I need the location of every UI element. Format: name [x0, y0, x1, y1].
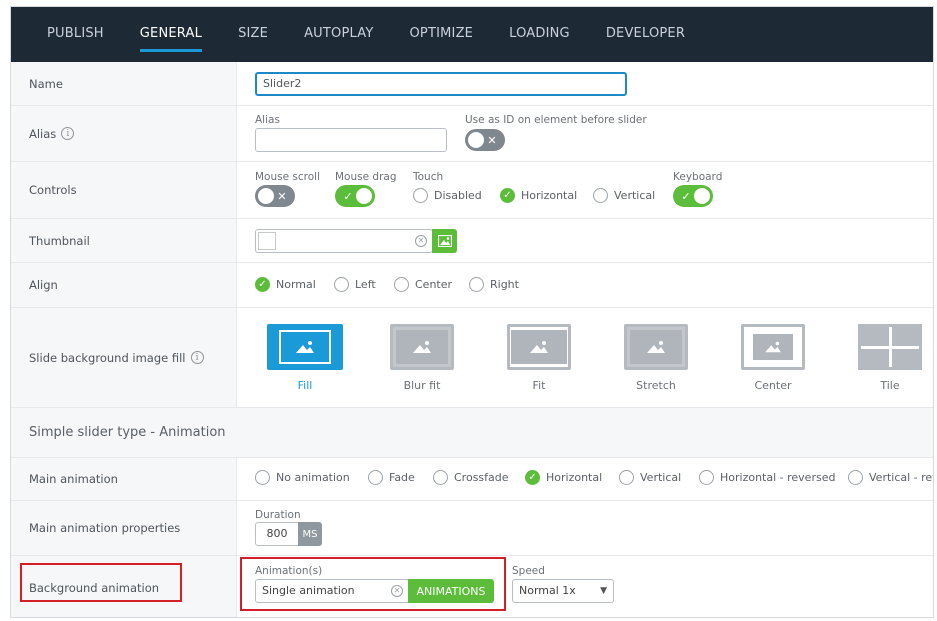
row-alias: Alias i Alias Use as ID on element befor…	[11, 106, 933, 162]
check-icon: ✓	[255, 277, 270, 292]
row-controls: Controls Mouse scroll ✕ Mouse drag ✓ Tou…	[11, 162, 933, 219]
anim-radio-horizontal[interactable]: ✓ Horizontal	[525, 470, 602, 485]
section-title: Simple slider type - Animation	[11, 408, 933, 458]
slider-settings-panel: PUBLISH GENERAL SIZE AUTOPLAY OPTIMIZE L…	[10, 6, 934, 618]
image-picker-button[interactable]	[432, 229, 457, 253]
row-align: Align ✓ Normal Left Center Right	[11, 263, 933, 308]
touch-label: Touch	[413, 171, 444, 183]
clear-icon[interactable]: ✕	[391, 585, 403, 597]
fill-option-tile[interactable]: Tile	[850, 324, 930, 392]
tab-developer[interactable]: DEVELOPER	[606, 7, 685, 62]
keyboard-toggle[interactable]: ✓	[673, 185, 713, 207]
alias-label: Alias	[29, 126, 57, 141]
fill-option-fill[interactable]: Fill	[265, 324, 345, 392]
close-icon: ✕	[487, 133, 497, 147]
tile-icon	[858, 324, 922, 370]
mouse-drag-toggle[interactable]: ✓	[335, 185, 375, 207]
row-bg-fill: Slide background image fill i Fill Blur …	[11, 308, 933, 408]
name-input[interactable]: Slider2	[255, 72, 627, 96]
tab-autoplay[interactable]: AUTOPLAY	[304, 7, 373, 62]
fill-option-blur-fit[interactable]: Blur fit	[382, 324, 462, 392]
settings-tab-bar: PUBLISH GENERAL SIZE AUTOPLAY OPTIMIZE L…	[11, 7, 933, 62]
anim-radio-vertical[interactable]: Vertical	[619, 470, 681, 485]
touch-radio-horizontal[interactable]: ✓ Horizontal	[500, 188, 577, 203]
duration-input[interactable]: 800	[255, 522, 299, 546]
row-main-animation: Main animation No animation Fade Crossfa…	[11, 458, 933, 501]
mouse-scroll-toggle[interactable]: ✕	[255, 185, 295, 207]
alias-field-label: Alias	[255, 114, 280, 126]
tab-general[interactable]: GENERAL	[139, 7, 203, 62]
anim-radio-none[interactable]: No animation	[255, 470, 350, 485]
align-radio-right[interactable]: Right	[469, 277, 519, 292]
use-id-label: Use as ID on element before slider	[465, 114, 647, 126]
align-radio-left[interactable]: Left	[334, 277, 376, 292]
image-icon	[530, 341, 548, 353]
mouse-drag-label: Mouse drag	[335, 171, 397, 183]
row-bg-animation: Background animation Animation(s) Single…	[11, 556, 933, 617]
speed-select[interactable]: Normal 1x ▼	[512, 579, 614, 603]
anim-radio-horizontal-reversed[interactable]: Horizontal - reversed	[699, 470, 835, 485]
animations-input[interactable]: Single animation ✕	[255, 579, 409, 603]
row-name: Name Slider2	[11, 62, 933, 106]
animations-label: Animation(s)	[255, 565, 323, 577]
image-icon	[647, 341, 665, 353]
check-icon: ✓	[343, 189, 353, 203]
main-animation-label: Main animation	[11, 458, 237, 500]
fill-option-stretch[interactable]: Stretch	[616, 324, 696, 392]
animations-button[interactable]: ANIMATIONS	[408, 579, 494, 603]
mouse-scroll-label: Mouse scroll	[255, 171, 320, 183]
thumbnail-preview	[258, 232, 276, 250]
close-icon: ✕	[277, 189, 287, 203]
image-icon	[765, 341, 781, 353]
bg-animation-label: Background animation	[11, 556, 237, 617]
image-icon	[437, 235, 452, 247]
touch-radio-vertical[interactable]: Vertical	[593, 188, 655, 203]
speed-label: Speed	[512, 565, 545, 577]
tab-loading[interactable]: LOADING	[509, 7, 570, 62]
image-icon	[413, 341, 431, 353]
touch-radio-disabled[interactable]: Disabled	[413, 188, 482, 203]
alias-input[interactable]	[255, 128, 447, 152]
row-thumbnail: Thumbnail ✕	[11, 219, 933, 263]
info-icon[interactable]: i	[61, 127, 75, 140]
fill-option-fit[interactable]: Fit	[499, 324, 579, 392]
thumbnail-label: Thumbnail	[11, 219, 237, 262]
chevron-down-icon: ▼	[600, 586, 607, 596]
name-label: Name	[11, 62, 237, 105]
keyboard-label: Keyboard	[673, 171, 723, 183]
check-icon: ✓	[525, 470, 540, 485]
row-main-props: Main animation properties Duration 800 M…	[11, 501, 933, 556]
use-id-toggle[interactable]: ✕	[465, 129, 505, 151]
clear-icon[interactable]: ✕	[415, 235, 427, 247]
anim-radio-crossfade[interactable]: Crossfade	[433, 470, 509, 485]
anim-radio-vertical-reversed[interactable]: Vertical - rev	[848, 470, 933, 485]
thumbnail-input[interactable]: ✕	[255, 229, 433, 253]
duration-unit: MS	[298, 522, 322, 546]
tab-size[interactable]: SIZE	[238, 7, 268, 62]
fill-option-center[interactable]: Center	[733, 324, 813, 392]
info-icon[interactable]: i	[190, 351, 204, 364]
align-label: Align	[11, 263, 237, 307]
anim-radio-fade[interactable]: Fade	[368, 470, 415, 485]
check-icon: ✓	[500, 188, 515, 203]
controls-label: Controls	[11, 162, 237, 218]
tab-optimize[interactable]: OPTIMIZE	[409, 7, 473, 62]
main-props-label: Main animation properties	[11, 501, 237, 555]
check-icon: ✓	[681, 189, 691, 203]
animations-value: Single animation	[262, 584, 355, 597]
tab-publish[interactable]: PUBLISH	[47, 7, 104, 62]
align-radio-normal[interactable]: ✓ Normal	[255, 277, 316, 292]
bg-fill-label: Slide background image fill	[29, 350, 186, 365]
image-icon	[296, 341, 314, 353]
align-radio-center[interactable]: Center	[394, 277, 452, 292]
duration-label: Duration	[255, 509, 301, 521]
